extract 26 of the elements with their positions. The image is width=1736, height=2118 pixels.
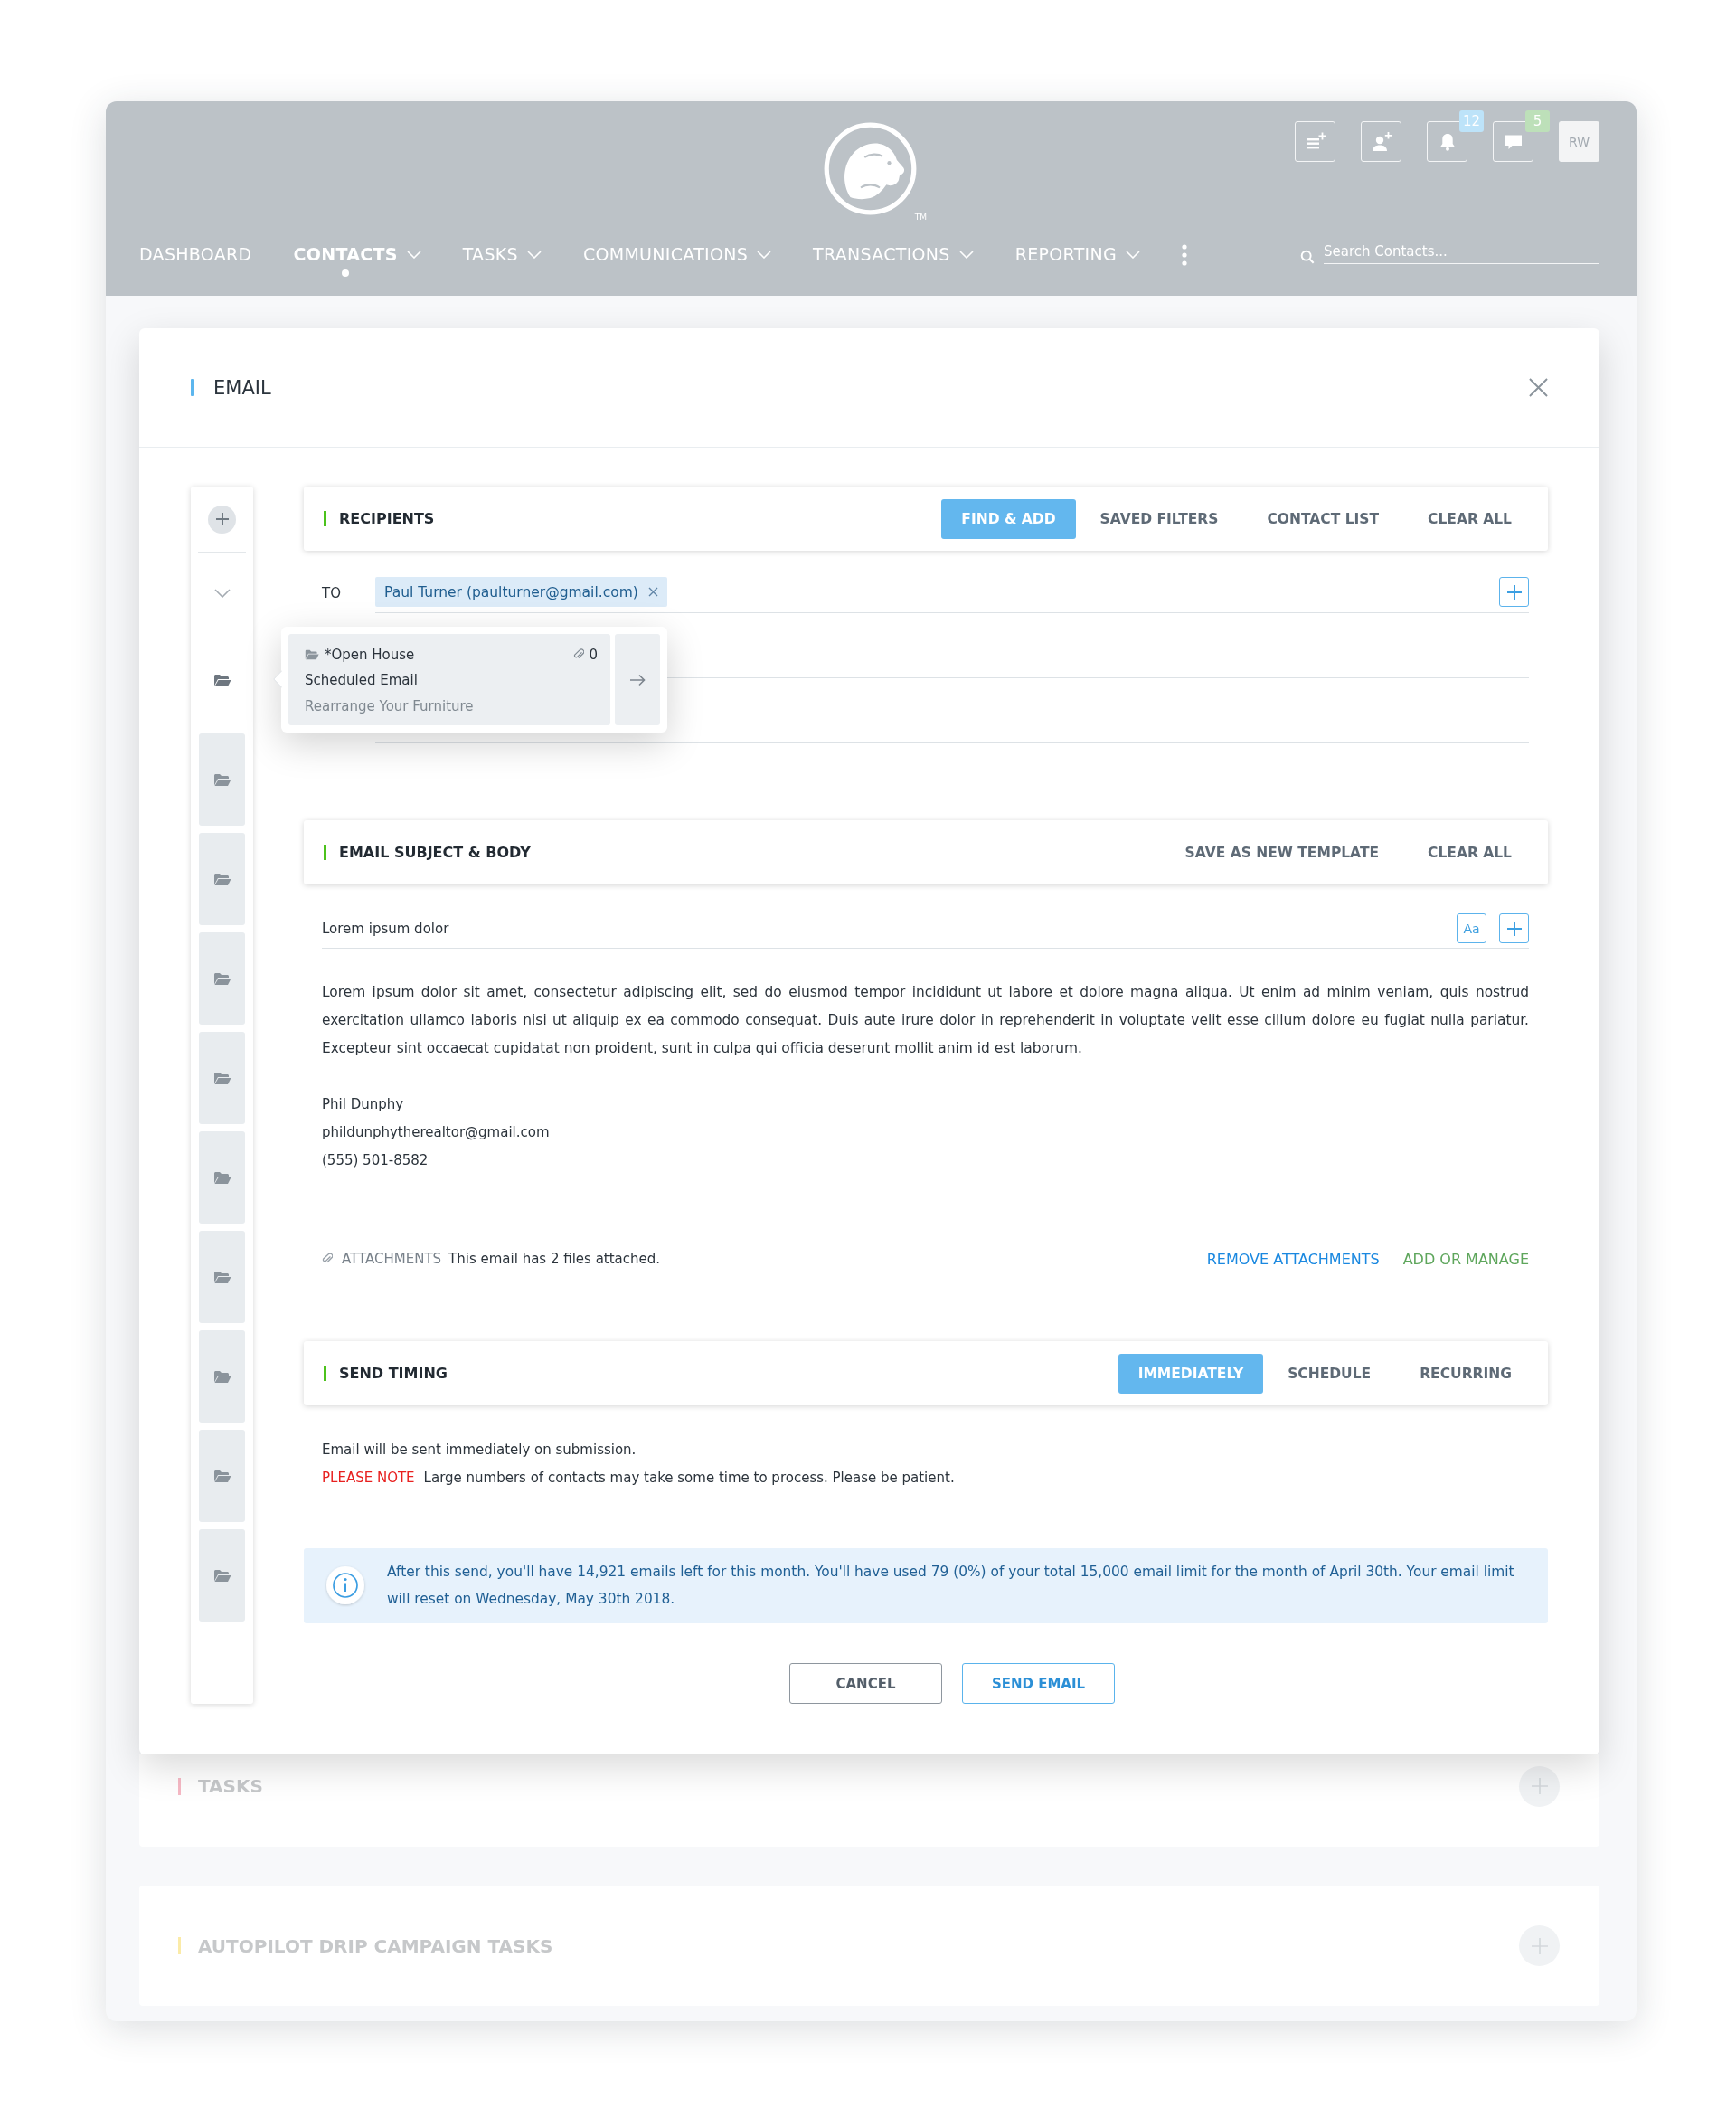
count-badge: 5 (1525, 110, 1550, 132)
signature-line: (555) 501-8582 (322, 1151, 429, 1170)
template-folder: *Open House (325, 647, 415, 663)
section-title: SEND TIMING (339, 1365, 448, 1382)
signature-line: Phil Dunphy (322, 1095, 405, 1114)
to-label: TO (322, 585, 342, 603)
trademark-text: TM (914, 213, 928, 222)
count-badge: 12 (1459, 110, 1484, 132)
attachment-count: 0 (589, 647, 598, 663)
warning-label: PLEASE NOTE (322, 1469, 415, 1488)
warning-text: Large numbers of contacts may take some time to process. Please be patient. (423, 1469, 955, 1488)
info-text: After this send, you'll have 14,921 emails left for this month. You'll have used 79 (0%) of your total 15,000 email limit for the month of April 30th. Your email limit will reset on Wednesday, May 30th 2018. (387, 1563, 1515, 1609)
attachments-label: ATTACHMENTS (342, 1251, 442, 1267)
section-title: RECIPIENTS (339, 510, 435, 527)
signature-line: phildunphytherealtor@gmail.com (322, 1123, 551, 1142)
template-type: Scheduled Email (305, 671, 419, 690)
recipient-text: Paul Turner (paulturner@gmail.com) (384, 583, 638, 600)
timing-note: Email will be sent immediately on submission. (322, 1441, 637, 1460)
section-title: AUTOPILOT DRIP CAMPAIGN TASKS (198, 1934, 553, 1957)
body-text: Lorem ipsum dolor sit amet, consectetur adipiscing elit, sed do eiusmod tempor incididunt ut labore et dolore magna aliqua. Ut enim ad minim veniam, quis nostrud exercitation ullamco laboris nisi ut aliquip ex ea commodo consequat. Duis aute irure dolor in reprehenderit in voluptate velit esse cillum dolore eu fugiat nulla pariatur. Excepteur sint occaecat cupidatat non proident, sunt in culpa qui officia deserunt mollit anim id est laborum. (322, 983, 1529, 1058)
dialog-title: EMAIL (213, 376, 271, 399)
section-title: EMAIL SUBJECT & BODY (339, 844, 531, 861)
template-subject: Rearrange Your Furniture (305, 697, 475, 716)
subject-value: Lorem ipsum dolor (322, 921, 449, 939)
attachments-summary: This email has 2 files attached. (448, 1251, 661, 1267)
section-title: TASKS (198, 1775, 263, 1797)
